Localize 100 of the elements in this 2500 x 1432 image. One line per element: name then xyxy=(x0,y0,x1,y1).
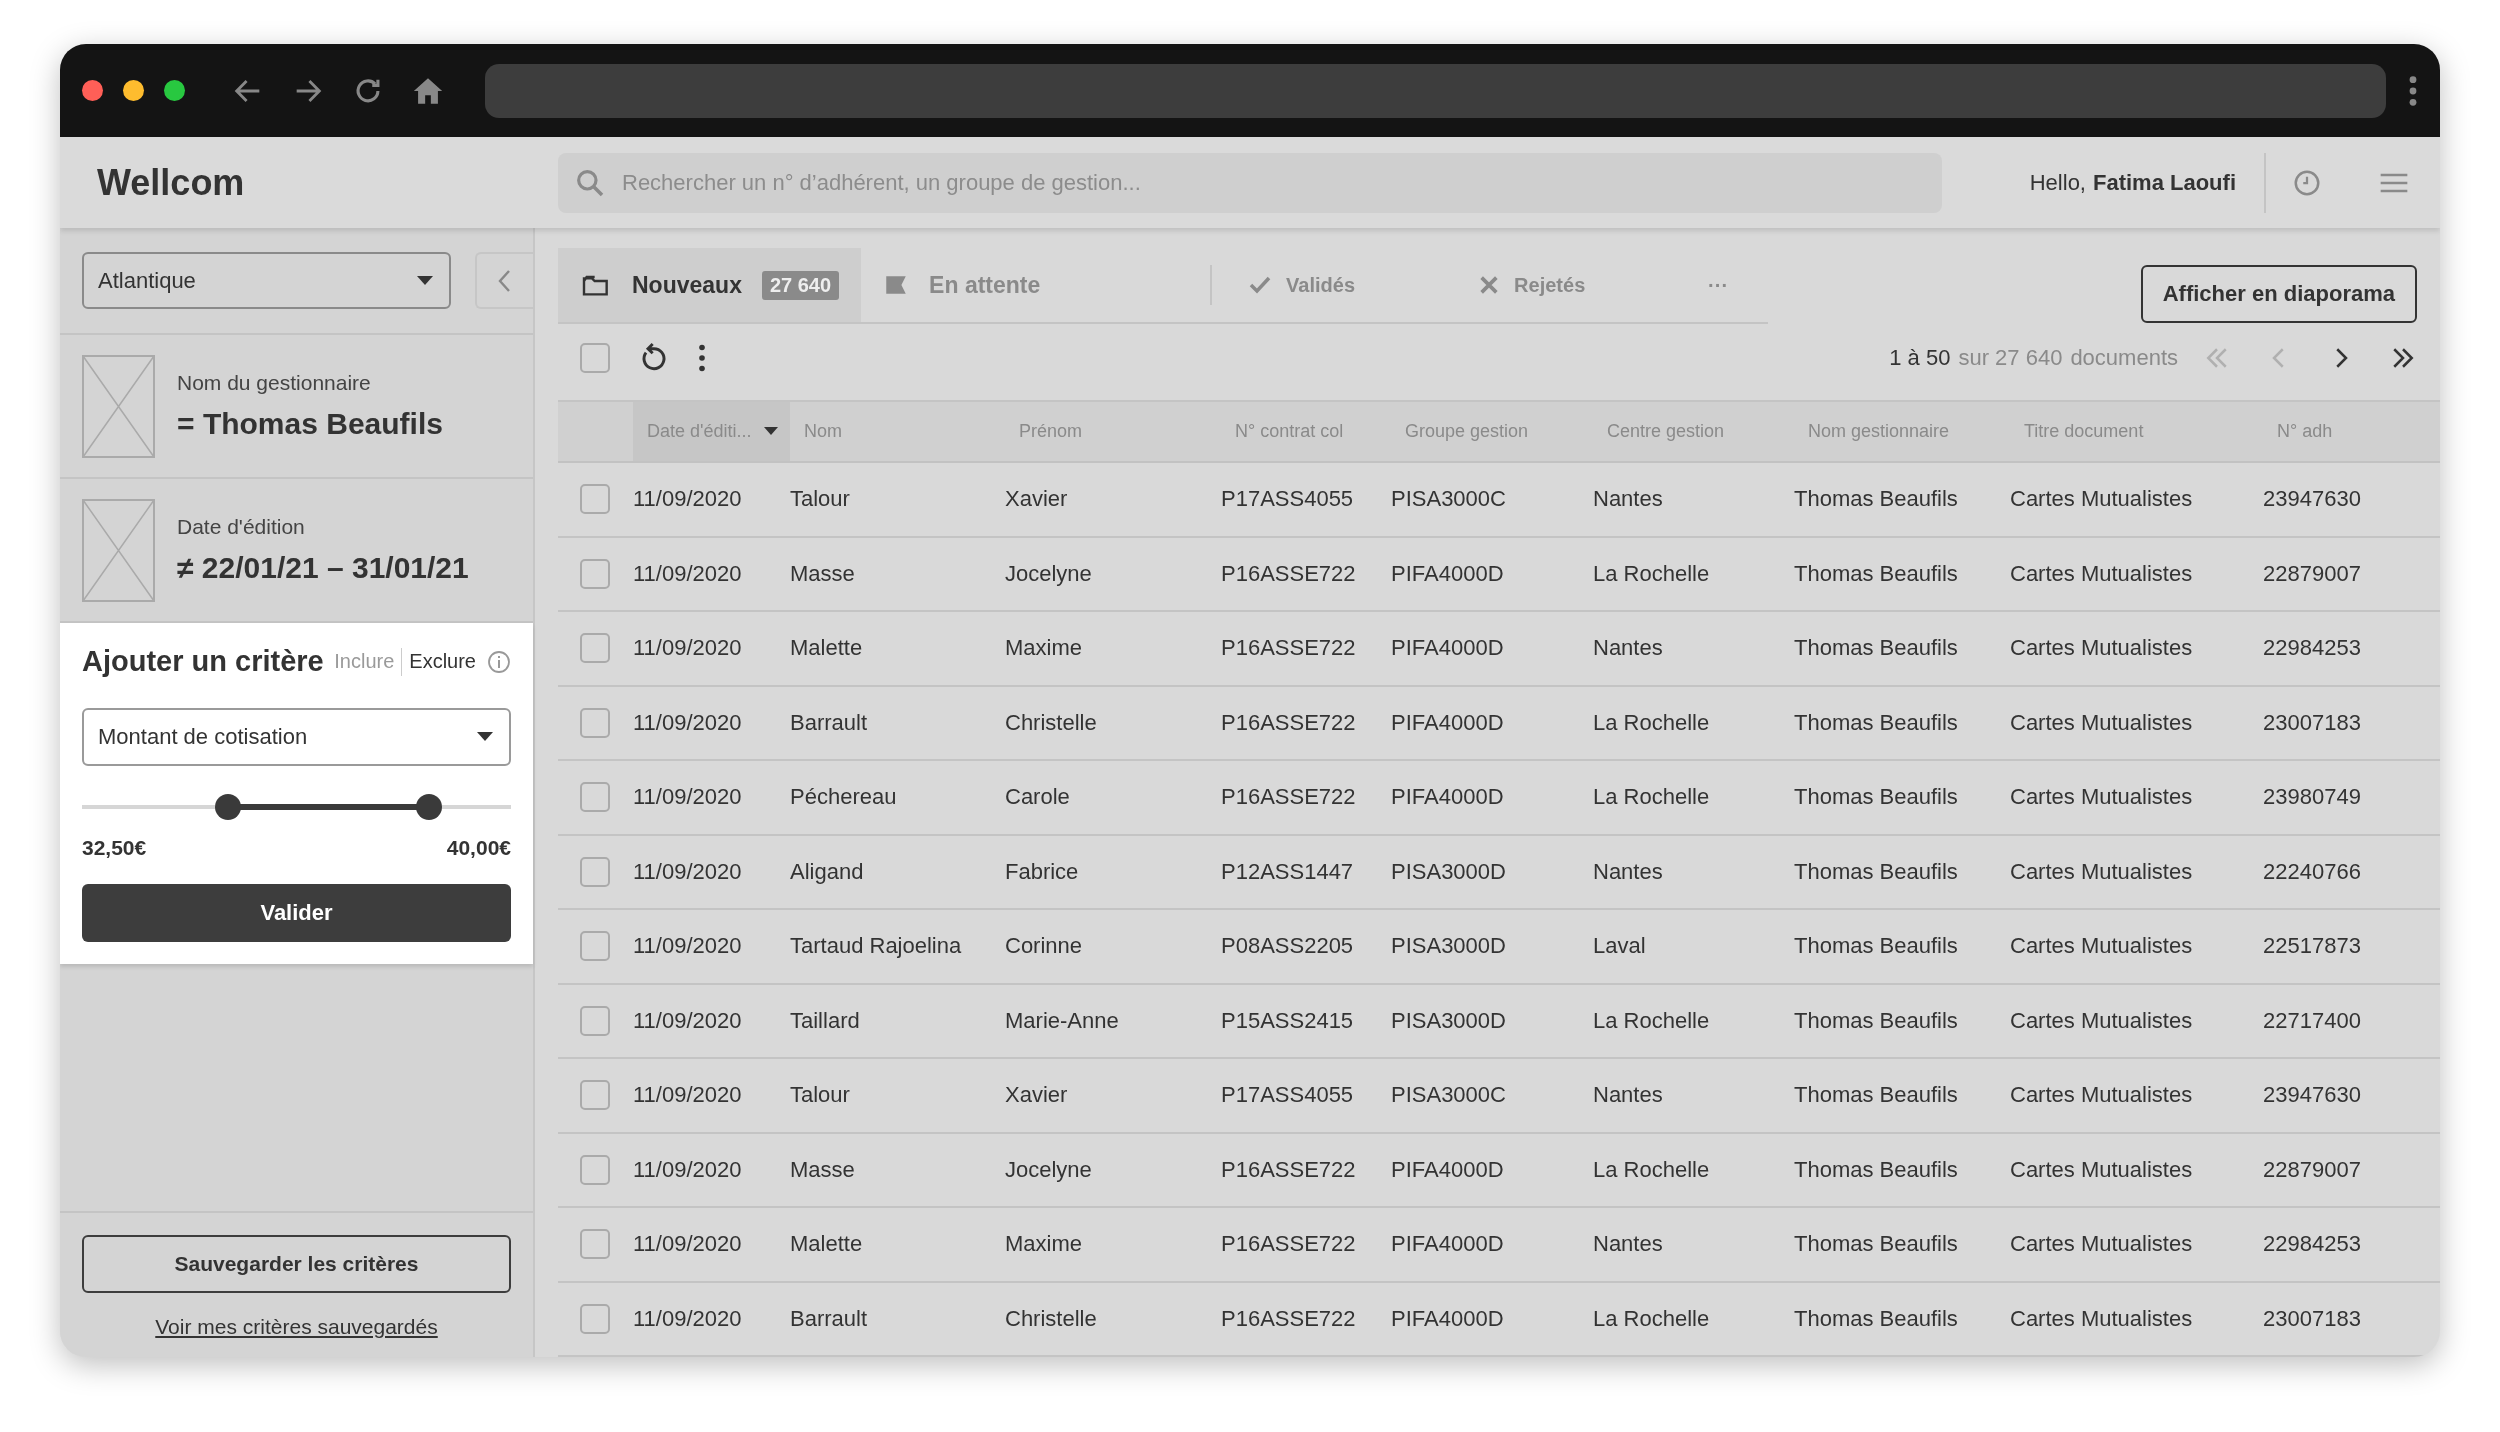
row-checkbox[interactable] xyxy=(580,484,610,515)
validate-button[interactable]: Valider xyxy=(82,884,511,942)
row-checkbox[interactable] xyxy=(580,931,610,962)
table-cell-text: P16ASSE722 xyxy=(1220,560,1357,587)
filter-label: Nom du gestionnaire xyxy=(177,371,372,395)
search-field[interactable]: Rechercher un n° d’adhérent, un groupe de gestion... xyxy=(558,152,1942,213)
row-checkbox[interactable] xyxy=(580,1229,610,1260)
table-cell-text: Jocelyne xyxy=(1004,1156,1093,1183)
row-checkbox[interactable] xyxy=(580,1005,610,1036)
mode-toggle[interactable]: Inclure xyxy=(327,650,402,673)
table-cell-text: Thomas Beaufils xyxy=(1793,560,1959,587)
table-cell-text: PISA3000C xyxy=(1390,486,1507,513)
table-cell-text: 22517873 xyxy=(2262,933,2362,960)
table-cell-text: Thomas Beaufils xyxy=(1793,1231,1959,1258)
close-window-button[interactable] xyxy=(82,80,103,101)
table-cell-text: 23007183 xyxy=(2262,1305,2362,1332)
page-range: 1 à 50 xyxy=(1889,345,1951,371)
filter-value: ≠ 22/01/21 – 31/01/21 xyxy=(177,551,469,585)
table-cell-text: PIFA4000D xyxy=(1390,784,1505,811)
column-header[interactable]: Date d'éditi... xyxy=(633,402,790,461)
save-criteria-button[interactable]: Sauvegarder les critères xyxy=(82,1235,511,1293)
criterion-select[interactable]: Montant de cotisation xyxy=(82,708,511,766)
browser-menu-icon[interactable] xyxy=(2408,73,2418,108)
table-cell-text: Christelle xyxy=(1004,1305,1098,1332)
table-cell-text: Thomas Beaufils xyxy=(1793,635,1959,662)
table-cell-text: 11/09/2020 xyxy=(632,560,743,587)
column-header[interactable]: Titre document xyxy=(2010,402,2263,461)
panel-title: Ajouter un critère xyxy=(82,645,325,678)
table-cell-text: PIFA4000D xyxy=(1390,709,1505,736)
table-cell-text: Malette xyxy=(789,635,864,662)
table-cell-text: Xavier xyxy=(1004,1082,1069,1109)
table-cell-text: 11/09/2020 xyxy=(632,1156,743,1183)
table-cell-text: PISA3000D xyxy=(1390,858,1507,885)
table-cell-text: Talour xyxy=(789,486,851,513)
column-header[interactable]: N° adh xyxy=(2263,402,2413,461)
image-placeholder-icon xyxy=(82,498,155,602)
table-cell-text: P16ASSE722 xyxy=(1220,709,1357,736)
user-name: Fatima Laoufi xyxy=(2093,169,2236,196)
caret-icon xyxy=(417,275,434,286)
table-cell-text: 23947630 xyxy=(2262,1082,2362,1109)
column-header[interactable]: Nom gestionnaire xyxy=(1794,402,2010,461)
row-checkbox[interactable] xyxy=(580,558,610,589)
collapse-sidebar-button[interactable] xyxy=(475,252,533,309)
table-cell-text: 23980749 xyxy=(2262,784,2362,811)
column-header[interactable]: Prénom xyxy=(1005,402,1221,461)
tab[interactable]: Validés xyxy=(1226,248,1457,322)
table-cell-text: Carole xyxy=(1004,784,1071,811)
table-cell-text: PISA3000D xyxy=(1390,1007,1507,1034)
minimize-window-button[interactable] xyxy=(123,80,144,101)
more-options-icon[interactable] xyxy=(698,344,706,372)
row-checkbox[interactable] xyxy=(580,856,610,887)
table-cell-text: Cartes Mutualistes xyxy=(2009,486,2194,513)
table-cell-text: PIFA4000D xyxy=(1390,1305,1505,1332)
table-cell-text: Cartes Mutualistes xyxy=(2009,1156,2194,1183)
tab[interactable]: Nouveaux 27 640 xyxy=(558,248,862,322)
table-cell-text: P16ASSE722 xyxy=(1220,635,1357,662)
column-header[interactable]: Groupe gestion xyxy=(1391,402,1593,461)
range-slider[interactable] xyxy=(82,792,511,822)
select-all-checkbox[interactable] xyxy=(580,343,610,373)
table-cell-text: P16ASSE722 xyxy=(1220,1305,1357,1332)
table-cell-text: PIFA4000D xyxy=(1390,560,1505,587)
slider-thumb[interactable] xyxy=(214,794,241,820)
table-cell-text: 11/09/2020 xyxy=(632,784,743,811)
row-checkbox[interactable] xyxy=(580,707,610,738)
column-header[interactable]: Centre gestion xyxy=(1593,402,1794,461)
table-cell-text: 23007183 xyxy=(2262,709,2362,736)
tab[interactable]: En attente xyxy=(861,248,1197,322)
tab[interactable]: Rejetés xyxy=(1456,248,1687,322)
table-cell-text: Maxime xyxy=(1004,1231,1083,1258)
table-cell-text: Cartes Mutualistes xyxy=(2009,560,2194,587)
table-cell-text: La Rochelle xyxy=(1592,1156,1711,1183)
region-select[interactable]: Atlantique xyxy=(82,252,452,309)
row-checkbox[interactable] xyxy=(580,782,610,813)
row-checkbox[interactable] xyxy=(580,1154,610,1185)
table-cell-text: Cartes Mutualistes xyxy=(2009,709,2194,736)
table-cell-text: P17ASS4055 xyxy=(1220,1082,1355,1109)
table-cell-text: La Rochelle xyxy=(1592,784,1711,811)
row-checkbox[interactable] xyxy=(580,1303,610,1334)
table-cell-text: Nantes xyxy=(1592,1082,1664,1109)
table-cell-text: Marie-Anne xyxy=(1004,1007,1120,1034)
slider-thumb[interactable] xyxy=(416,794,443,820)
row-checkbox[interactable] xyxy=(580,1080,610,1111)
table-cell-text: Thomas Beaufils xyxy=(1793,858,1959,885)
row-checkbox[interactable] xyxy=(580,633,610,664)
table-cell-text: Aligand xyxy=(789,858,865,885)
table-cell-text: P17ASS4055 xyxy=(1220,486,1355,513)
table-cell-text: 11/09/2020 xyxy=(632,1231,743,1258)
column-header[interactable]: Nom xyxy=(790,402,1005,461)
tab[interactable]: ··· xyxy=(1686,248,1751,322)
address-bar[interactable] xyxy=(485,63,2386,118)
saved-criteria-link[interactable]: Voir mes critères sauvegardés xyxy=(155,1315,438,1339)
table-cell-text: Maxime xyxy=(1004,635,1083,662)
column-header[interactable]: N° contrat col xyxy=(1221,402,1391,461)
maximize-window-button[interactable] xyxy=(164,80,185,101)
table-cell-text: 11/09/2020 xyxy=(632,486,743,513)
slideshow-button[interactable]: Afficher en diaporama xyxy=(2140,265,2417,323)
table-cell-text: Cartes Mutualistes xyxy=(2009,784,2194,811)
table-cell-text: 22984253 xyxy=(2262,1231,2362,1258)
mode-toggle[interactable]: Exclure xyxy=(402,650,483,673)
table-cell-text: PIFA4000D xyxy=(1390,1231,1505,1258)
